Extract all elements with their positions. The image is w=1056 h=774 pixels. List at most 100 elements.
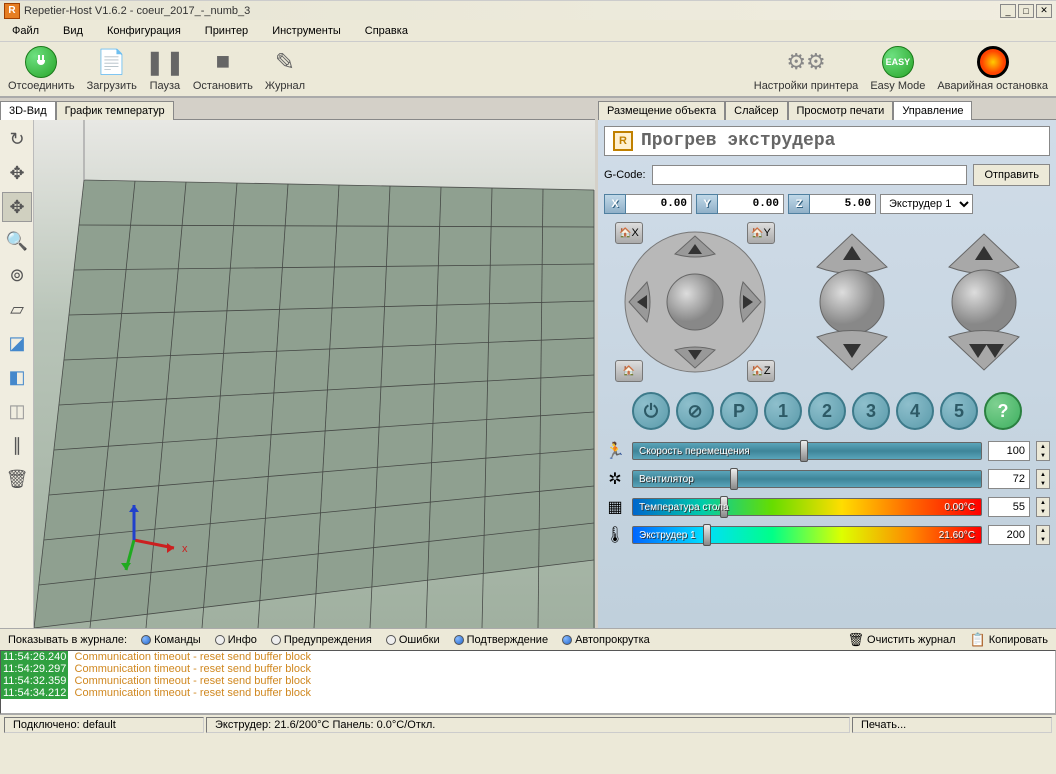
parallel-tool[interactable]: ▱ bbox=[2, 294, 32, 324]
speed-up[interactable]: ▲ bbox=[1037, 442, 1049, 451]
log-filter-bar: Показывать в журнале: Команды Инфо Преду… bbox=[0, 628, 1056, 650]
emergency-icon bbox=[977, 46, 1009, 78]
filter-warnings[interactable]: Предупреждения bbox=[271, 634, 372, 646]
pause-icon: ❚❚ bbox=[149, 46, 181, 78]
iso-view-tool[interactable]: ◪ bbox=[2, 328, 32, 358]
filter-ack[interactable]: Подтверждение bbox=[454, 634, 548, 646]
menu-help[interactable]: Справка bbox=[361, 23, 412, 39]
journal-button[interactable]: ✎ Журнал bbox=[265, 46, 305, 92]
gcode-input[interactable] bbox=[652, 165, 968, 185]
p-button[interactable]: P bbox=[720, 392, 758, 430]
cmd3-button[interactable]: 3 bbox=[852, 392, 890, 430]
pause-label: Пауза bbox=[150, 80, 181, 92]
3d-viewport[interactable]: x bbox=[34, 120, 595, 628]
fan-slider[interactable]: Вентилятор bbox=[632, 470, 982, 488]
stop-label: Остановить bbox=[193, 80, 253, 92]
printer-settings-button[interactable]: ⚙⚙ Настройки принтера bbox=[754, 46, 859, 92]
svg-text:x: x bbox=[182, 543, 188, 555]
filter-autoscroll[interactable]: Автопрокрутка bbox=[562, 634, 650, 646]
easy-mode-button[interactable]: EASY Easy Mode bbox=[870, 46, 925, 92]
top-view-tool[interactable]: ◫ bbox=[2, 396, 32, 426]
menu-view[interactable]: Вид bbox=[59, 23, 87, 39]
bed-value[interactable]: 55 bbox=[988, 497, 1030, 517]
menubar: Файл Вид Конфигурация Принтер Инструмент… bbox=[0, 20, 1056, 42]
disconnect-label: Отсоединить bbox=[8, 80, 75, 92]
cmd4-button[interactable]: 4 bbox=[896, 392, 934, 430]
disconnect-button[interactable]: Отсоединить bbox=[8, 46, 75, 92]
emergency-stop-button[interactable]: Аварийная остановка bbox=[937, 46, 1048, 92]
cmd2-button[interactable]: 2 bbox=[808, 392, 846, 430]
menu-tools[interactable]: Инструменты bbox=[268, 23, 345, 39]
help-button[interactable]: ? bbox=[984, 392, 1022, 430]
ext-up[interactable]: ▲ bbox=[1037, 526, 1049, 535]
log-content[interactable]: 11:54:26.240 Communication timeout - res… bbox=[0, 650, 1056, 714]
bed-slider[interactable]: Температура стола0.00°C bbox=[632, 498, 982, 516]
load-button[interactable]: 📄 Загрузить bbox=[87, 46, 137, 92]
speed-value[interactable]: 100 bbox=[988, 441, 1030, 461]
tab-tempchart[interactable]: График температур bbox=[56, 101, 174, 120]
main-area: 3D-Вид График температур ↻ ✥ ✥ 🔍 ⊚ ▱ ◪ ◧… bbox=[0, 98, 1056, 628]
filter-commands[interactable]: Команды bbox=[141, 634, 201, 646]
fan-down[interactable]: ▼ bbox=[1037, 479, 1049, 488]
cmd1-button[interactable]: 1 bbox=[764, 392, 802, 430]
edges-tool[interactable]: ∥ bbox=[2, 430, 32, 460]
pause-button[interactable]: ❚❚ Пауза bbox=[149, 46, 181, 92]
maximize-button[interactable]: □ bbox=[1018, 4, 1034, 18]
bed-down[interactable]: ▼ bbox=[1037, 507, 1049, 516]
extruder-slider[interactable]: Экструдер 121.60°C bbox=[632, 526, 982, 544]
extruder-select[interactable]: Экструдер 1 bbox=[880, 194, 973, 214]
fan-icon: ✲ bbox=[604, 468, 626, 490]
minimize-button[interactable]: _ bbox=[1000, 4, 1016, 18]
extruder-value[interactable]: 200 bbox=[988, 525, 1030, 545]
control-panel: R Прогрев экструдера G-Code: Отправить X… bbox=[598, 120, 1056, 628]
menu-config[interactable]: Конфигурация bbox=[103, 23, 185, 39]
stop-button[interactable]: ■ Остановить bbox=[193, 46, 253, 92]
pencil-icon: ✎ bbox=[269, 46, 301, 78]
z-label: Z bbox=[788, 194, 810, 214]
pan-tool[interactable]: ✥ bbox=[2, 192, 32, 222]
ext-down[interactable]: ▼ bbox=[1037, 535, 1049, 544]
statusbar: Подключено: default Экструдер: 21.6/200°… bbox=[0, 714, 1056, 734]
trash-tool[interactable]: 🗑 bbox=[2, 464, 32, 494]
tab-object-placement[interactable]: Размещение объекта bbox=[598, 101, 725, 120]
fan-value[interactable]: 72 bbox=[988, 469, 1030, 489]
bed-up[interactable]: ▲ bbox=[1037, 498, 1049, 507]
tab-print-preview[interactable]: Просмотр печати bbox=[788, 101, 894, 120]
main-toolbar: Отсоединить 📄 Загрузить ❚❚ Пауза ■ Остан… bbox=[0, 42, 1056, 98]
viewport-toolbar: ↻ ✥ ✥ 🔍 ⊚ ▱ ◪ ◧ ◫ ∥ 🗑 bbox=[0, 120, 34, 628]
fit-tool[interactable]: ⊚ bbox=[2, 260, 32, 290]
move-tool[interactable]: ✥ bbox=[2, 158, 32, 188]
jog-z bbox=[797, 222, 907, 382]
extrude-button[interactable] bbox=[949, 331, 1019, 371]
status-print: Печать... bbox=[852, 717, 1052, 733]
jog-extruder bbox=[929, 222, 1039, 382]
speed-slider[interactable]: Скорость перемещения bbox=[632, 442, 982, 460]
motors-off-button[interactable]: ⏻ bbox=[632, 392, 670, 430]
tab-slicer[interactable]: Слайсер bbox=[725, 101, 787, 120]
extrude-stop[interactable] bbox=[952, 270, 1016, 334]
gcode-label: G-Code: bbox=[604, 169, 646, 181]
journal-label: Журнал bbox=[265, 80, 305, 92]
easy-label: Easy Mode bbox=[870, 80, 925, 92]
cmd5-button[interactable]: 5 bbox=[940, 392, 978, 430]
extruder-icon: 🌡 bbox=[604, 524, 626, 546]
tab-control[interactable]: Управление bbox=[893, 101, 972, 120]
menu-printer[interactable]: Принтер bbox=[201, 23, 252, 39]
menu-file[interactable]: Файл bbox=[8, 23, 43, 39]
jog-z-stop[interactable] bbox=[820, 270, 884, 334]
fan-up[interactable]: ▲ bbox=[1037, 470, 1049, 479]
front-view-tool[interactable]: ◧ bbox=[2, 362, 32, 392]
tab-3dview[interactable]: 3D-Вид bbox=[0, 101, 56, 120]
filter-info[interactable]: Инфо bbox=[215, 634, 257, 646]
zoom-tool[interactable]: 🔍 bbox=[2, 226, 32, 256]
y-value: 0.00 bbox=[718, 194, 784, 214]
park-button[interactable]: ⊘ bbox=[676, 392, 714, 430]
filter-errors[interactable]: Ошибки bbox=[386, 634, 440, 646]
speed-down[interactable]: ▼ bbox=[1037, 451, 1049, 460]
send-button[interactable]: Отправить bbox=[973, 164, 1050, 186]
control-title: Прогрев экструдера bbox=[641, 131, 835, 151]
copy-log-button[interactable]: 📋Копировать bbox=[970, 632, 1048, 648]
clear-log-button[interactable]: 🗑Очистить журнал bbox=[848, 632, 956, 648]
rotate-tool[interactable]: ↻ bbox=[2, 124, 32, 154]
close-button[interactable]: ✕ bbox=[1036, 4, 1052, 18]
